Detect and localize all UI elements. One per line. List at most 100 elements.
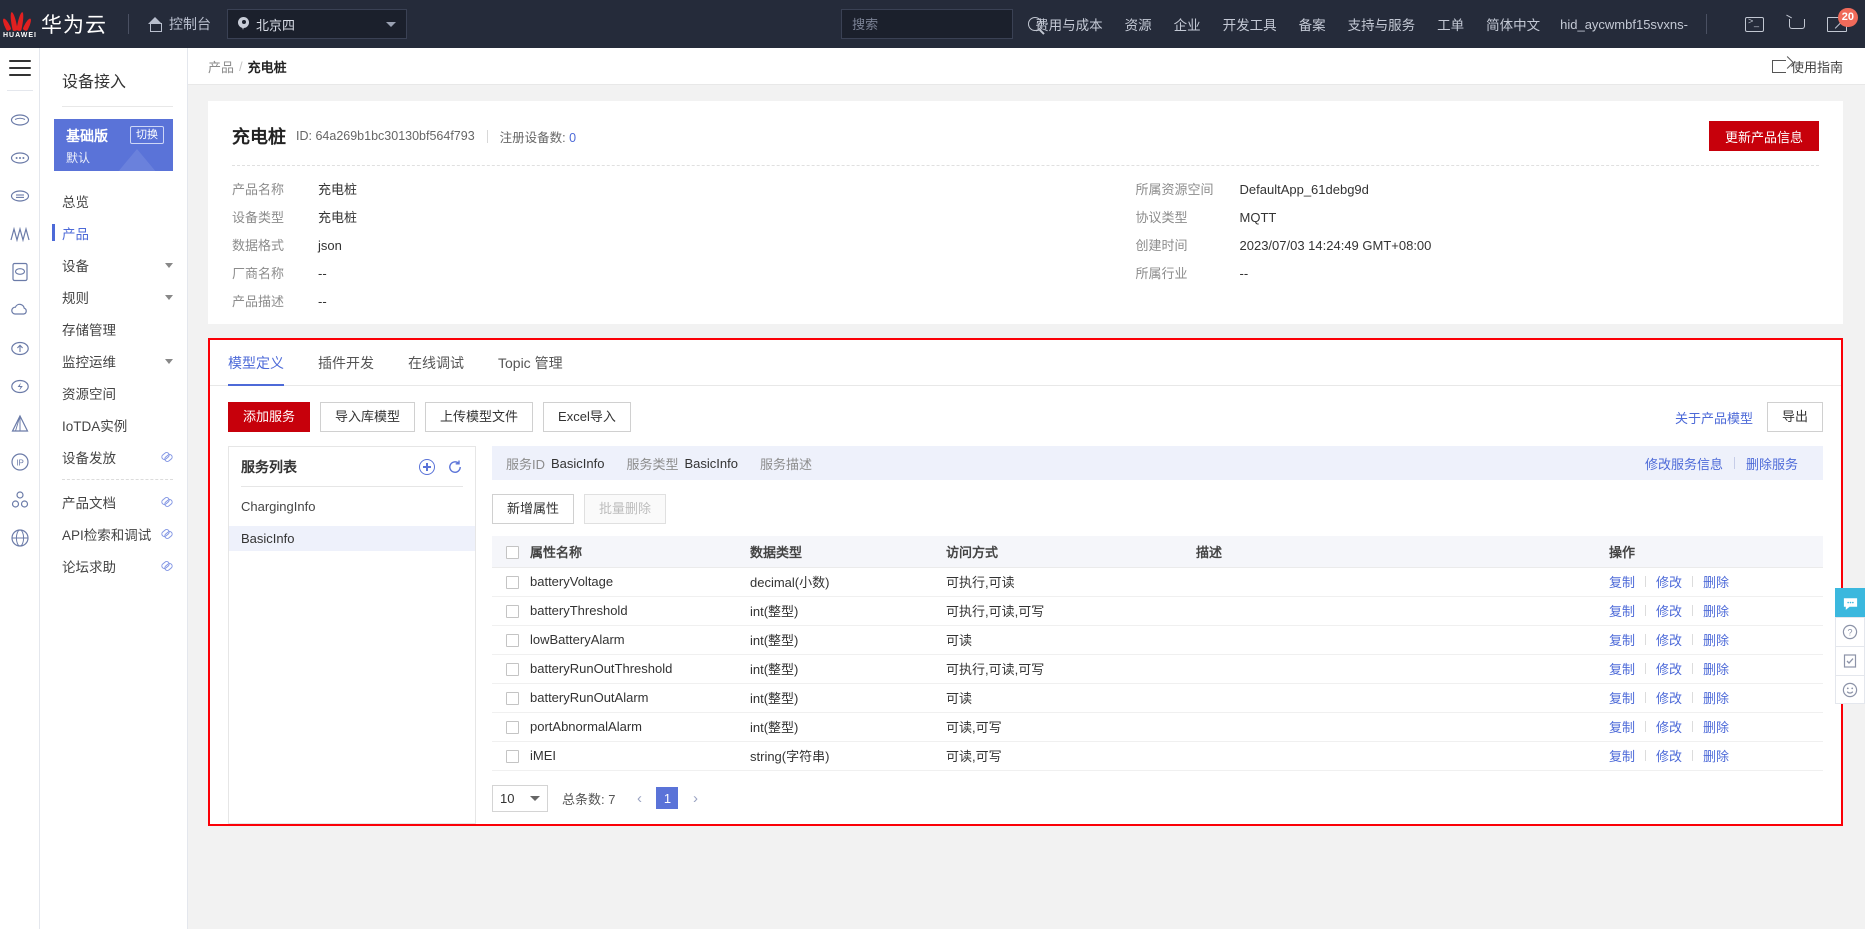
rail-icon-globe[interactable] (3, 519, 37, 557)
rail-icon-device[interactable] (3, 253, 37, 291)
delete-property-link[interactable]: 删除 (1693, 659, 1739, 678)
delete-property-link[interactable]: 删除 (1693, 717, 1739, 736)
delete-property-link[interactable]: 删除 (1693, 688, 1739, 707)
import-library-model-button[interactable]: 导入库模型 (320, 402, 416, 432)
edition-card[interactable]: 基础版 切换 默认 (54, 119, 173, 171)
service-list-item-charginginfo[interactable]: ChargingInfo (229, 494, 475, 519)
nav-item-language[interactable]: 简体中文 (1486, 14, 1540, 34)
edit-property-link[interactable]: 修改 (1646, 572, 1692, 591)
rail-icon-ip[interactable]: IP (3, 443, 37, 481)
cart-button[interactable] (1786, 16, 1805, 32)
rail-icon-cloud-flash[interactable] (3, 367, 37, 405)
nav-item-icp[interactable]: 备案 (1299, 14, 1326, 34)
edit-property-link[interactable]: 修改 (1646, 717, 1692, 736)
sidebar-item-resource-space[interactable]: 资源空间 (40, 377, 187, 409)
edit-property-link[interactable]: 修改 (1646, 659, 1692, 678)
sidebar-item-rules[interactable]: 规则 (40, 281, 187, 313)
nav-item-support[interactable]: 支持与服务 (1348, 14, 1416, 34)
prev-page-button[interactable]: ‹ (629, 787, 649, 809)
batch-delete-button[interactable]: 批量删除 (584, 494, 667, 524)
sidebar-item-monitoring[interactable]: 监控运维 (40, 345, 187, 377)
sidebar-item-storage[interactable]: 存储管理 (40, 313, 187, 345)
console-link[interactable]: 控制台 (147, 14, 211, 34)
row-checkbox[interactable] (506, 721, 519, 735)
sidebar-item-overview[interactable]: 总览 (40, 185, 187, 217)
row-checkbox[interactable] (506, 663, 519, 677)
copy-property-link[interactable]: 复制 (1609, 601, 1645, 620)
rail-icon-nodes[interactable] (3, 481, 37, 519)
about-product-model-link[interactable]: 关于产品模型 (1675, 408, 1753, 427)
nav-item-billing[interactable]: 费用与成本 (1035, 14, 1103, 34)
sidebar-item-iotda-instance[interactable]: IoTDA实例 (40, 409, 187, 441)
sidebar-item-devices[interactable]: 设备 (40, 249, 187, 281)
copy-property-link[interactable]: 复制 (1609, 572, 1645, 591)
delete-property-link[interactable]: 删除 (1693, 630, 1739, 649)
add-property-button[interactable]: 新增属性 (492, 494, 575, 524)
search-icon[interactable] (1028, 17, 1043, 31)
plus-circle-icon[interactable] (419, 459, 435, 475)
help-button[interactable]: ? (1835, 617, 1865, 646)
nav-item-tickets[interactable]: 工单 (1437, 14, 1464, 34)
update-product-button[interactable]: 更新产品信息 (1708, 121, 1819, 151)
sidebar-item-product-docs[interactable]: 产品文档 (40, 486, 187, 518)
menu-toggle-button[interactable] (8, 60, 31, 76)
export-button[interactable]: 导出 (1766, 402, 1823, 432)
page-number-1[interactable]: 1 (656, 787, 679, 809)
rail-icon-cloud-plain[interactable] (3, 291, 37, 329)
delete-property-link[interactable]: 删除 (1693, 572, 1739, 591)
service-list-item-basicinfo[interactable]: BasicInfo (229, 526, 475, 551)
sidebar-item-api-explorer[interactable]: API检索和调试 (40, 518, 187, 550)
tab-topic-management[interactable]: Topic 管理 (498, 340, 563, 386)
sidebar-item-device-provisioning[interactable]: 设备发放 (40, 441, 187, 473)
rail-icon-cloud-upload[interactable] (3, 329, 37, 367)
global-search[interactable] (841, 9, 1043, 39)
rail-icon-cloud-1[interactable] (3, 101, 37, 139)
copy-property-link[interactable]: 复制 (1609, 630, 1645, 649)
excel-import-button[interactable]: Excel导入 (543, 402, 631, 432)
edition-switch-button[interactable]: 切换 (130, 126, 164, 145)
edit-property-link[interactable]: 修改 (1646, 630, 1692, 649)
messages-button[interactable]: 20 (1827, 7, 1858, 32)
page-size-select[interactable]: 10 (492, 784, 548, 812)
edit-service-link[interactable]: 修改服务信息 (1634, 454, 1734, 473)
edit-property-link[interactable]: 修改 (1646, 601, 1692, 620)
upload-model-file-button[interactable]: 上传模型文件 (425, 402, 534, 432)
add-service-button[interactable]: 添加服务 (228, 402, 311, 432)
user-guide-link[interactable]: 使用指南 (1771, 57, 1843, 76)
next-page-button[interactable]: › (685, 787, 705, 809)
nav-item-resources[interactable]: 资源 (1125, 14, 1152, 34)
row-checkbox[interactable] (506, 634, 519, 648)
delete-service-link[interactable]: 删除服务 (1735, 454, 1809, 473)
copy-property-link[interactable]: 复制 (1609, 717, 1645, 736)
select-all-checkbox[interactable] (506, 545, 519, 559)
rail-icon-pyramid[interactable] (3, 405, 37, 443)
rail-icon-cloud-dots[interactable] (3, 139, 37, 177)
tab-model-definition[interactable]: 模型定义 (228, 340, 284, 386)
breadcrumb-parent[interactable]: 产品 (208, 57, 234, 76)
huawei-logo[interactable]: HUAWEI 华为云 (0, 9, 110, 39)
account-name[interactable]: hid_aycwmbf15svxns- (1560, 17, 1688, 32)
rail-icon-wave[interactable] (3, 215, 37, 253)
edit-property-link[interactable]: 修改 (1646, 688, 1692, 707)
tab-online-debugging[interactable]: 在线调试 (408, 340, 464, 386)
delete-property-link[interactable]: 删除 (1693, 746, 1739, 765)
delete-property-link[interactable]: 删除 (1693, 601, 1739, 620)
sidebar-item-forum[interactable]: 论坛求助 (40, 550, 187, 582)
copy-property-link[interactable]: 复制 (1609, 659, 1645, 678)
nav-item-enterprise[interactable]: 企业 (1174, 14, 1201, 34)
row-checkbox[interactable] (506, 605, 519, 619)
cloudshell-button[interactable] (1745, 16, 1764, 32)
service-chat-button[interactable] (1835, 588, 1865, 617)
survey-button[interactable] (1835, 646, 1865, 675)
nav-item-devtools[interactable]: 开发工具 (1223, 14, 1277, 34)
copy-property-link[interactable]: 复制 (1609, 746, 1645, 765)
feedback-smiley-button[interactable] (1835, 675, 1865, 704)
sidebar-item-products[interactable]: 产品 (40, 217, 187, 249)
registered-value[interactable]: 0 (569, 131, 576, 145)
refresh-icon[interactable] (447, 459, 463, 475)
copy-property-link[interactable]: 复制 (1609, 688, 1645, 707)
row-checkbox[interactable] (506, 750, 519, 764)
search-input[interactable] (852, 16, 1029, 32)
row-checkbox[interactable] (506, 692, 519, 706)
region-selector[interactable]: 北京四 (227, 9, 407, 39)
